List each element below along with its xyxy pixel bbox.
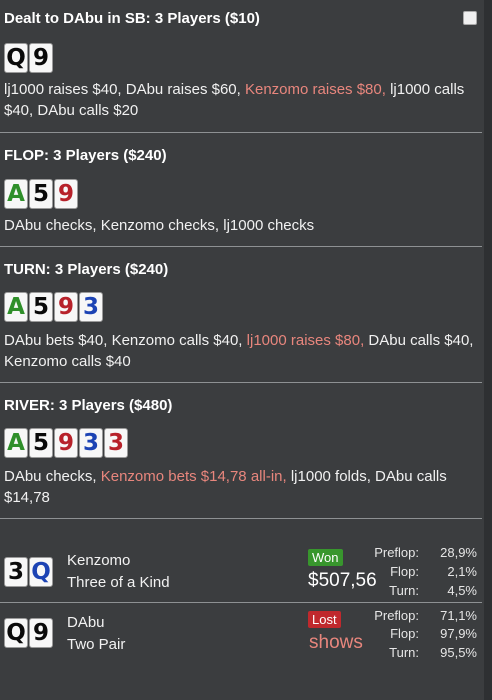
action-text: DAbu bets $40, Kenzomo calls $40, xyxy=(4,332,247,349)
playing-card: Q xyxy=(4,618,28,648)
flop-actions: DAbu checks, Kenzomo checks, lj1000 chec… xyxy=(4,215,478,236)
equity-label: Turn: xyxy=(389,583,419,598)
equity-value: 95,5% xyxy=(440,645,477,660)
playing-card: 9 xyxy=(54,179,78,209)
aggressive-action-text: lj1000 raises $80, xyxy=(246,332,365,349)
equity-value: 97,9% xyxy=(440,626,477,641)
playing-card: 3 xyxy=(79,428,103,458)
playing-card: A xyxy=(4,292,28,322)
playing-card: 5 xyxy=(29,179,53,209)
aggressive-action-text: Kenzomo raises $80, xyxy=(244,81,386,98)
flop-cards: A59 xyxy=(4,179,78,209)
playing-card: 3 xyxy=(79,292,103,322)
river-cards: A5933 xyxy=(4,428,128,458)
equity-value: 28,9% xyxy=(440,545,477,560)
player-cards: 3Q xyxy=(4,557,53,587)
equity-value: 71,1% xyxy=(440,608,477,623)
river-header: RIVER: 3 Players ($480) xyxy=(4,397,173,414)
player-name: DAbu xyxy=(67,614,105,631)
player-cards: Q9 xyxy=(4,618,53,648)
won-badge: Won xyxy=(308,549,343,566)
turn-actions: DAbu bets $40, Kenzomo calls $40, lj1000… xyxy=(4,330,478,372)
divider xyxy=(0,246,482,247)
playing-card: Q xyxy=(4,43,28,73)
action-text: DAbu checks, Kenzomo checks, lj1000 chec… xyxy=(4,217,315,234)
playing-card: 5 xyxy=(29,292,53,322)
lost-badge: Lost xyxy=(308,611,341,628)
playing-card: A xyxy=(4,179,28,209)
player-hand-rank: Two Pair xyxy=(67,636,126,653)
equity-label: Flop: xyxy=(390,564,419,579)
player-hand-rank: Three of a Kind xyxy=(67,574,170,591)
equity-label: Preflop: xyxy=(374,608,419,623)
scrollbar[interactable] xyxy=(484,0,492,700)
divider xyxy=(0,518,482,519)
equity-label: Turn: xyxy=(389,645,419,660)
divider xyxy=(0,382,482,383)
aggressive-action-text: Kenzomo bets $14,78 all-in, xyxy=(100,468,287,485)
playing-card: 9 xyxy=(54,292,78,322)
playing-card: 9 xyxy=(54,428,78,458)
action-text: lj1000 raises $40, DAbu raises $60, xyxy=(4,81,245,98)
turn-header: TURN: 3 Players ($240) xyxy=(4,261,169,278)
river-actions: DAbu checks, Kenzomo bets $14,78 all-in,… xyxy=(4,466,478,508)
divider xyxy=(0,602,482,603)
playing-card: 3 xyxy=(104,428,128,458)
equity-label: Preflop: xyxy=(374,545,419,560)
equity-label: Flop: xyxy=(390,626,419,641)
select-checkbox[interactable] xyxy=(463,11,477,25)
preflop-header: Dealt to DAbu in SB: 3 Players ($10) xyxy=(4,10,260,27)
equity-value: 2,1% xyxy=(447,564,477,579)
hole-cards: Q9 xyxy=(4,43,53,73)
playing-card: A xyxy=(4,428,28,458)
playing-card: 3 xyxy=(4,557,28,587)
equity-value: 4,5% xyxy=(447,583,477,598)
player-name: Kenzomo xyxy=(67,552,131,569)
playing-card: 5 xyxy=(29,428,53,458)
playing-card: 9 xyxy=(29,618,53,648)
divider xyxy=(0,132,482,133)
flop-header: FLOP: 3 Players ($240) xyxy=(4,147,167,164)
preflop-actions: lj1000 raises $40, DAbu raises $60, Kenz… xyxy=(4,79,478,121)
playing-card: 9 xyxy=(29,43,53,73)
turn-cards: A593 xyxy=(4,292,103,322)
action-text: DAbu checks, xyxy=(4,468,101,485)
playing-card: Q xyxy=(29,557,53,587)
